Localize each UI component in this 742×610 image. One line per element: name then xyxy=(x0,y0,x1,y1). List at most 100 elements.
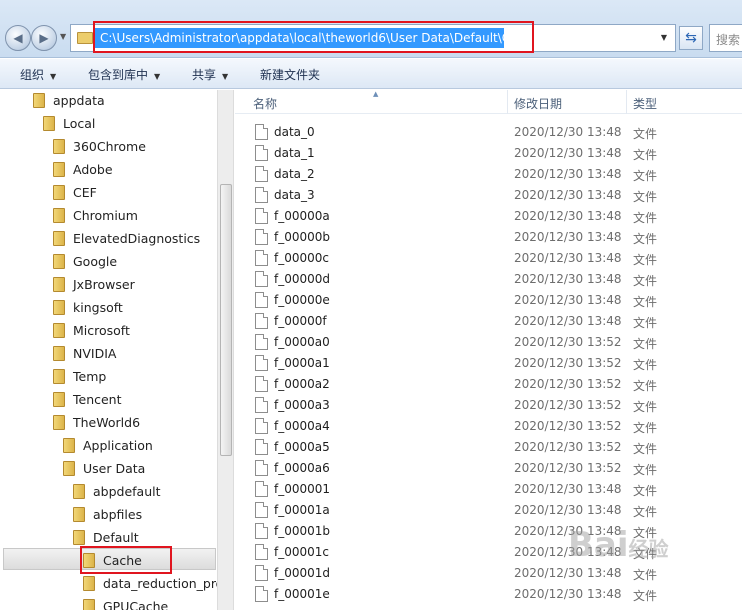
file-name: f_00000c xyxy=(274,251,329,265)
file-type: 文件 xyxy=(633,379,658,393)
address-history-dropdown[interactable]: ▼ xyxy=(656,28,672,48)
forward-button[interactable]: ▶ xyxy=(31,25,57,51)
file-modified-date: 2020/12/30 13:48 xyxy=(514,503,622,517)
file-icon xyxy=(255,271,268,287)
file-name: f_000001 xyxy=(274,482,331,496)
folder-icon xyxy=(43,116,55,131)
folder-icon xyxy=(83,576,95,591)
file-row[interactable]: f_00000e 2020/12/30 13:48 文件 xyxy=(235,290,742,311)
file-modified-date: 2020/12/30 13:52 xyxy=(514,461,622,475)
file-row[interactable]: f_0000a2 2020/12/30 13:52 文件 xyxy=(235,374,742,395)
file-type: 文件 xyxy=(633,211,658,225)
file-modified-date: 2020/12/30 13:52 xyxy=(514,356,622,370)
file-modified-date: 2020/12/30 13:48 xyxy=(514,167,622,181)
share-menu[interactable]: 共享 ▼ xyxy=(192,66,228,83)
file-type: 文件 xyxy=(633,463,658,477)
tree-scrollbar[interactable] xyxy=(217,90,234,610)
file-row[interactable]: f_0000a1 2020/12/30 13:52 文件 xyxy=(235,353,742,374)
organize-menu[interactable]: 组织 ▼ xyxy=(20,66,56,83)
file-row[interactable]: f_00000f 2020/12/30 13:48 文件 xyxy=(235,311,742,332)
file-modified-date: 2020/12/30 13:48 xyxy=(514,272,622,286)
file-type: 文件 xyxy=(633,505,658,519)
folder-icon xyxy=(73,507,85,522)
file-row[interactable]: f_00001a 2020/12/30 13:48 文件 xyxy=(235,500,742,521)
file-row[interactable]: f_0000a4 2020/12/30 13:52 文件 xyxy=(235,416,742,437)
file-icon xyxy=(255,187,268,203)
folder-icon xyxy=(53,323,65,338)
file-name: f_00000f xyxy=(274,314,327,328)
file-row[interactable]: f_00001e 2020/12/30 13:48 文件 xyxy=(235,584,742,605)
file-row[interactable]: f_00000d 2020/12/30 13:48 文件 xyxy=(235,269,742,290)
file-icon xyxy=(255,208,268,224)
file-name: f_0000a2 xyxy=(274,377,330,391)
file-type: 文件 xyxy=(633,274,658,288)
file-icon xyxy=(255,313,268,329)
folder-icon xyxy=(53,162,65,177)
file-row[interactable]: data_2 2020/12/30 13:48 文件 xyxy=(235,164,742,185)
tree-item-label: Local xyxy=(63,116,96,131)
folder-icon xyxy=(63,438,75,453)
file-icon xyxy=(255,376,268,392)
file-icon xyxy=(255,565,268,581)
file-row[interactable]: f_000001 2020/12/30 13:48 文件 xyxy=(235,479,742,500)
arrow-right-icon: ▶ xyxy=(39,31,49,45)
tree-item-label: Default xyxy=(93,530,139,545)
tree-item-label: appdata xyxy=(53,93,105,108)
column-divider[interactable] xyxy=(626,90,627,114)
file-modified-date: 2020/12/30 13:52 xyxy=(514,398,622,412)
file-modified-date: 2020/12/30 13:52 xyxy=(514,377,622,391)
file-row[interactable]: data_1 2020/12/30 13:48 文件 xyxy=(235,143,742,164)
file-name: f_00001b xyxy=(274,524,331,538)
file-row[interactable]: f_0000a6 2020/12/30 13:52 文件 xyxy=(235,458,742,479)
address-input[interactable]: C:\Users\Administrator\appdata\local\the… xyxy=(70,24,676,52)
recent-pages-dropdown[interactable]: ▼ xyxy=(60,32,66,41)
back-button[interactable]: ◀ xyxy=(5,25,31,51)
address-path-text[interactable]: C:\Users\Administrator\appdata\local\the… xyxy=(100,31,539,45)
file-row[interactable]: data_3 2020/12/30 13:48 文件 xyxy=(235,185,742,206)
folder-icon xyxy=(53,300,65,315)
column-header-type[interactable]: 类型 xyxy=(633,95,657,112)
file-row[interactable]: f_00000c 2020/12/30 13:48 文件 xyxy=(235,248,742,269)
file-modified-date: 2020/12/30 13:48 xyxy=(514,293,622,307)
new-folder-button[interactable]: 新建文件夹 xyxy=(260,66,320,83)
include-in-library-menu[interactable]: 包含到库中 ▼ xyxy=(88,66,160,83)
tree-item-label: Temp xyxy=(73,369,107,384)
column-header-date[interactable]: 修改日期 xyxy=(514,95,562,112)
file-type: 文件 xyxy=(633,169,658,183)
file-type: 文件 xyxy=(633,421,658,435)
file-type: 文件 xyxy=(633,358,658,372)
file-icon xyxy=(255,481,268,497)
tree-item-label: Tencent xyxy=(73,392,122,407)
chevron-down-icon: ▼ xyxy=(154,72,161,81)
folder-icon xyxy=(73,530,85,545)
file-name: f_00001d xyxy=(274,566,331,580)
file-row[interactable]: data_0 2020/12/30 13:48 文件 xyxy=(235,122,742,143)
file-row[interactable]: f_00000a 2020/12/30 13:48 文件 xyxy=(235,206,742,227)
tree-item-label: NVIDIA xyxy=(73,346,117,361)
file-row[interactable]: f_0000a3 2020/12/30 13:52 文件 xyxy=(235,395,742,416)
file-name: data_1 xyxy=(274,146,315,160)
tree-item-label: TheWorld6 xyxy=(73,415,141,430)
tree-item-label: Application xyxy=(83,438,153,453)
file-name: f_00001a xyxy=(274,503,330,517)
file-row[interactable]: f_0000a0 2020/12/30 13:52 文件 xyxy=(235,332,742,353)
tree-scrollbar-thumb[interactable] xyxy=(220,184,232,456)
chevron-down-icon: ▼ xyxy=(50,72,57,81)
file-icon xyxy=(255,439,268,455)
file-name: data_2 xyxy=(274,167,315,181)
file-name: f_00000a xyxy=(274,209,330,223)
search-input[interactable]: 搜索 xyxy=(709,24,742,52)
column-header-name[interactable]: 名称 xyxy=(253,95,277,112)
tree-item-label: abpfiles xyxy=(93,507,143,522)
file-name: f_0000a3 xyxy=(274,398,330,412)
tree-item-label: 360Chrome xyxy=(73,139,146,154)
column-divider[interactable] xyxy=(507,90,508,114)
file-row[interactable]: f_0000a5 2020/12/30 13:52 文件 xyxy=(235,437,742,458)
refresh-button[interactable]: ⇆ xyxy=(679,26,703,50)
file-row[interactable]: f_00001d 2020/12/30 13:48 文件 xyxy=(235,563,742,584)
file-type: 文件 xyxy=(633,232,658,246)
file-row[interactable]: f_00000b 2020/12/30 13:48 文件 xyxy=(235,227,742,248)
file-icon xyxy=(255,586,268,602)
file-name: f_00000e xyxy=(274,293,330,307)
chevron-down-icon: ▼ xyxy=(222,72,229,81)
